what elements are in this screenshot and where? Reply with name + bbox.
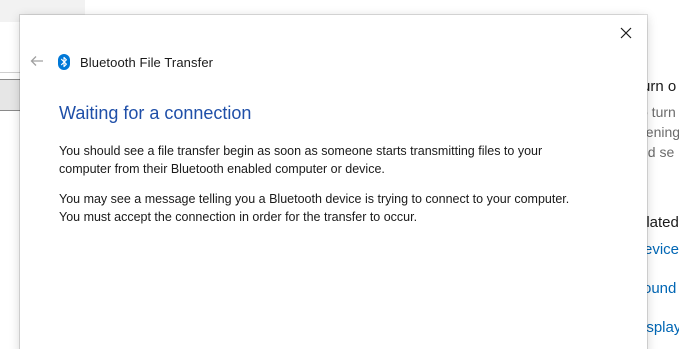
background-divider [0,72,20,73]
background-link-fragment[interactable]: evice [644,241,679,258]
close-icon [620,27,632,39]
dialog-title: Bluetooth File Transfer [80,54,214,70]
dialog-header: Bluetooth File Transfer [58,52,213,72]
back-button[interactable] [28,52,46,70]
instruction-paragraph: You may see a message telling you a Blue… [59,192,570,224]
screen: urn o o turn pening nd se elated evice o… [0,0,679,349]
background-heading-fragment: urn o [642,78,677,95]
back-arrow-icon [30,56,43,66]
background-selected-item [0,79,20,111]
instruction-paragraph: You should see a file transfer begin as … [59,144,543,176]
close-button[interactable] [611,21,641,45]
background-settings-left [0,0,20,349]
background-link-fragment[interactable]: isplay [643,319,679,336]
page-heading: Waiting for a connection [59,103,252,123]
background-link-fragment[interactable]: ound [643,280,676,297]
bluetooth-icon [58,54,70,70]
bluetooth-file-transfer-dialog: Bluetooth File Transfer Waiting for a co… [20,15,647,349]
